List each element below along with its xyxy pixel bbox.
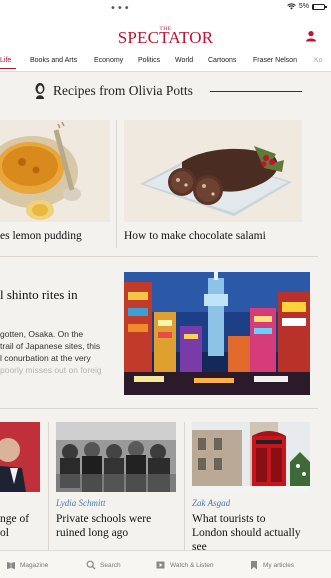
column-divider xyxy=(184,422,185,550)
search-icon xyxy=(86,560,96,570)
recipe-caption-chocolate-salami[interactable]: How to make chocolate salami xyxy=(124,229,266,243)
tab-label: My articles xyxy=(263,561,295,569)
feature-title[interactable]: l shinto rites in xyxy=(0,287,78,303)
status-bar: 5% xyxy=(287,3,327,10)
multitask-dots[interactable]: ••• xyxy=(110,3,131,14)
row-divider xyxy=(0,256,318,257)
play-icon xyxy=(156,561,165,569)
tab-label: Search xyxy=(100,561,121,569)
nav-tab-more[interactable]: Ko xyxy=(314,57,323,64)
section-title: Recipes from Olivia Potts xyxy=(53,83,193,98)
tab-watch-listen[interactable]: Watch & Listen xyxy=(156,560,213,570)
article-caption-line-2[interactable]: London should actually xyxy=(192,526,301,540)
article-image-left[interactable] xyxy=(0,422,40,492)
section-nav: Life Books and Arts Economy Politics Wor… xyxy=(0,53,331,69)
bookmark-icon xyxy=(251,561,257,570)
bottom-tab-bar: Magazine Search Watch & Listen My articl… xyxy=(0,550,331,578)
nav-tab-life[interactable]: Life xyxy=(0,57,11,64)
article-caption-line-2[interactable]: ruined long ago xyxy=(56,526,128,540)
feature-excerpt-line-1: gotten, Osaka. On the xyxy=(0,329,84,339)
feature-excerpt-line-4: poorly misses out on foreig xyxy=(0,365,102,375)
tab-my-articles[interactable]: My articles xyxy=(249,560,294,570)
article-author[interactable]: Zak Asgad xyxy=(192,498,230,508)
article-caption-line-3[interactable]: see xyxy=(192,540,207,550)
tab-label: Watch & Listen xyxy=(170,561,214,569)
nav-tab-politics[interactable]: Politics xyxy=(138,57,160,64)
feature-excerpt-line-3: l conurbation at the very xyxy=(0,353,91,363)
feature-excerpt-line-2: trail of Japanese sites, this xyxy=(0,341,101,351)
tab-label: Magazine xyxy=(20,561,49,569)
user-icon[interactable] xyxy=(305,30,317,42)
article-caption-line-1[interactable]: What tourists to xyxy=(192,512,265,526)
recipe-caption-lemon-pudding[interactable]: es lemon pudding xyxy=(0,229,82,243)
article-caption-line-1[interactable]: Private schools were xyxy=(56,512,151,526)
article-author[interactable]: Lydia Schmitt xyxy=(56,498,105,508)
nav-tab-economy[interactable]: Economy xyxy=(94,57,123,64)
spectator-logo[interactable]: SPECTATOR xyxy=(0,29,331,47)
column-divider xyxy=(48,422,49,550)
article-caption-left-line-1[interactable]: nge of xyxy=(0,512,29,526)
section-heading[interactable]: Recipes from Olivia Potts xyxy=(53,80,193,102)
column-divider xyxy=(116,120,117,248)
wifi-icon xyxy=(287,3,296,10)
tab-magazine[interactable]: Magazine xyxy=(6,560,48,570)
nav-tab-fraser-nelson[interactable]: Fraser Nelson xyxy=(253,57,297,64)
tab-search[interactable]: Search xyxy=(86,560,121,570)
row-divider xyxy=(0,408,318,409)
nav-tab-world[interactable]: World xyxy=(175,57,193,64)
battery-icon xyxy=(312,3,327,10)
private-schools-image[interactable] xyxy=(56,422,176,492)
section-title-rule xyxy=(210,91,302,92)
active-tab-underline xyxy=(0,68,16,69)
osaka-feature-image[interactable] xyxy=(124,272,310,395)
london-phone-box-image[interactable] xyxy=(192,422,310,492)
battery-percent: 5% xyxy=(298,3,309,10)
lemon-pudding-image[interactable] xyxy=(0,120,110,222)
chocolate-salami-image[interactable] xyxy=(124,120,302,222)
book-icon xyxy=(7,562,15,569)
olivia-potts-portrait-icon xyxy=(35,83,45,99)
nav-tab-books-and-arts[interactable]: Books and Arts xyxy=(30,57,77,64)
article-caption-left-line-2[interactable]: ol xyxy=(0,526,9,540)
nav-tab-cartoons[interactable]: Cartoons xyxy=(208,57,236,64)
